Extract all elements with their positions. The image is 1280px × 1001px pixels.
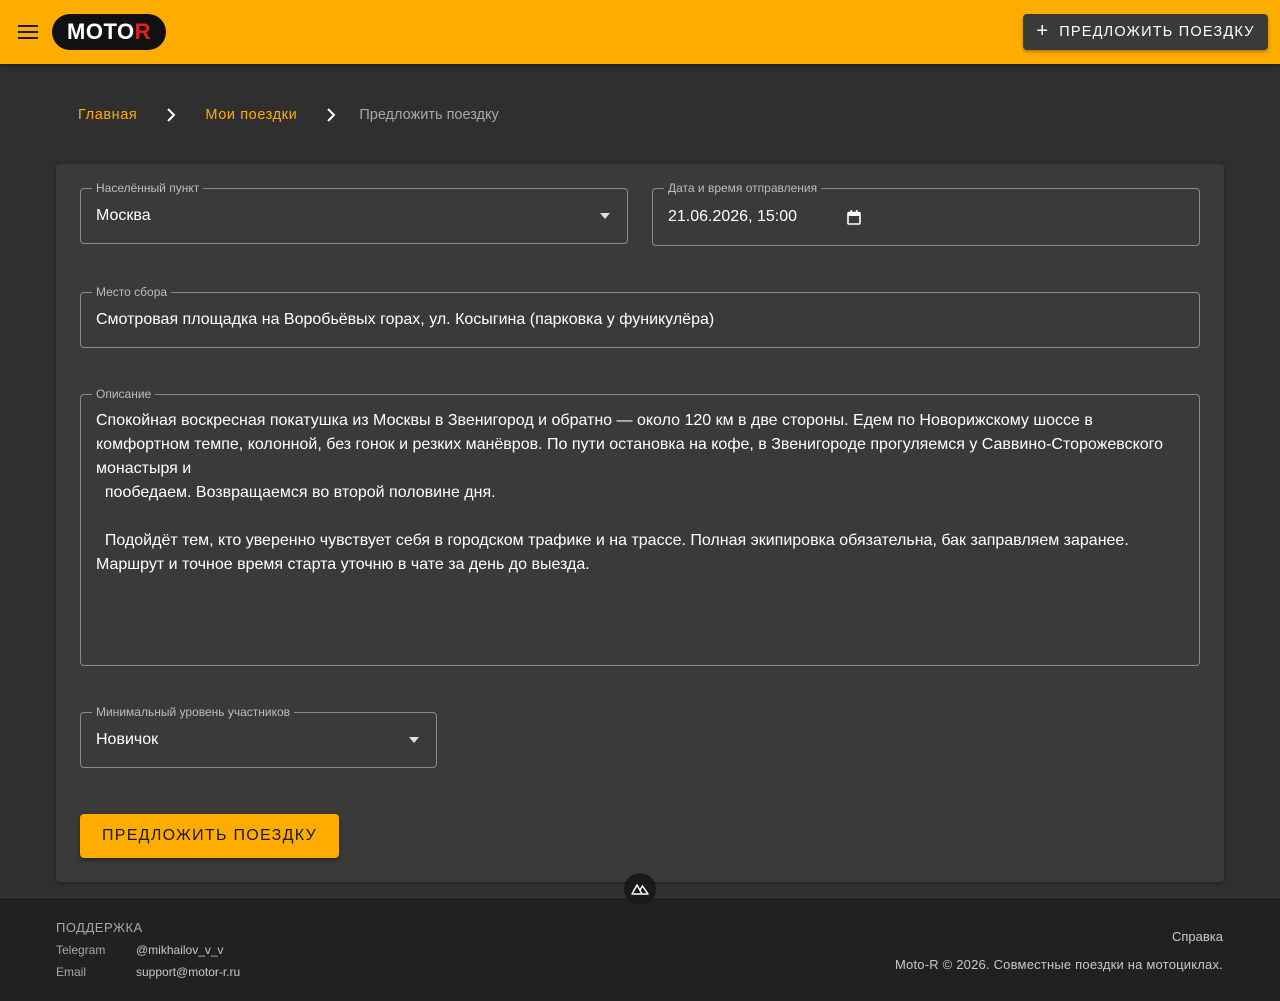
city-select[interactable]: Населённый пункт Москва: [80, 181, 628, 244]
menu-icon: [18, 25, 38, 39]
breadcrumb-home[interactable]: Главная: [62, 107, 153, 123]
menu-button[interactable]: [12, 16, 44, 48]
meeting-point-input[interactable]: Место сбора Смотровая площадка на Воробь…: [80, 285, 1200, 348]
contact-telegram: Telegram @mikhailov_v_v: [56, 943, 224, 957]
logo-accent: R: [134, 19, 151, 44]
dropdown-arrow-icon: [408, 734, 420, 746]
chevron-right-icon: [319, 103, 343, 127]
level-value: Новичок: [96, 731, 159, 748]
contact-key: Email: [56, 965, 87, 979]
description-value: Спокойная воскресная покатушка из Москвы…: [96, 412, 1164, 573]
footer: ПОДДЕРЖКА Telegram @mikhailov_v_v Email su…: [0, 897, 1280, 1001]
description-label: Описание: [92, 387, 156, 401]
logo-text: MOTO: [67, 19, 135, 44]
contact-email: Email support@motor-r.ru: [56, 965, 240, 979]
app-header: MOTO R + Предложить поездку: [0, 0, 1280, 64]
city-value: Москва: [96, 207, 151, 224]
breadcrumb: Главная Мои поездки Предложить поездку: [62, 98, 499, 132]
contact-value[interactable]: support@motor-r.ru: [136, 965, 240, 979]
nuxt-icon: [631, 884, 649, 895]
dropdown-arrow-icon: [599, 210, 611, 222]
help-link[interactable]: Справка: [1172, 929, 1223, 944]
breadcrumb-current: Предложить поездку: [359, 107, 499, 123]
datetime-value: 21.06.2026, 15:00: [668, 208, 798, 225]
meeting-point-value: Смотровая площадка на Воробьёвых горах, …: [96, 311, 715, 328]
calendar-icon[interactable]: [847, 210, 861, 225]
propose-trip-header-button[interactable]: + Предложить поездку: [1023, 14, 1268, 50]
nuxt-devtools-button[interactable]: [624, 873, 656, 905]
departure-datetime-input[interactable]: Дата и время отправления 21.06.2026, 15:…: [652, 181, 1200, 246]
contact-value[interactable]: @mikhailov_v_v: [136, 943, 224, 957]
contact-key: Telegram: [56, 943, 106, 957]
submit-trip-button[interactable]: Предложить поездку: [80, 814, 339, 858]
propose-trip-header-label: Предложить поездку: [1059, 24, 1255, 40]
trip-form-card: Населённый пункт Москва Дата и время отп…: [56, 164, 1224, 882]
breadcrumb-my-trips[interactable]: Мои поездки: [189, 107, 313, 123]
level-select[interactable]: Минимальный уровень участников Новичок: [80, 705, 437, 768]
copyright: Moto-R © 2026. Совместные поездки на мот…: [895, 957, 1223, 972]
chevron-right-icon: [159, 103, 183, 127]
support-title: ПОДДЕРЖКА: [56, 920, 143, 935]
plus-icon: +: [1036, 20, 1050, 42]
description-textarea[interactable]: Описание Спокойная воскресная покатушка …: [80, 387, 1200, 666]
submit-trip-label: Предложить поездку: [101, 827, 318, 844]
logo[interactable]: MOTO R: [52, 14, 166, 50]
